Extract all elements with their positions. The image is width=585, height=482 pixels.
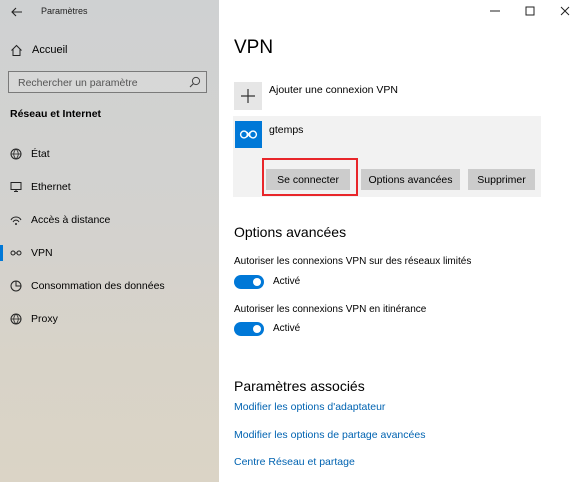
- window-controls: [475, 0, 585, 22]
- sidebar-item-proxy[interactable]: Proxy: [0, 307, 219, 331]
- sidebar-item-label: VPN: [31, 247, 53, 259]
- title-bar: Paramètres: [0, 0, 219, 24]
- sidebar-item-label: Consommation des données: [31, 280, 165, 292]
- sidebar-item-label: Ethernet: [31, 181, 71, 193]
- add-vpn-connection-button[interactable]: Ajouter une connexion VPN: [234, 82, 534, 110]
- home-label[interactable]: Accueil: [32, 44, 67, 56]
- sidebar-item-consommation[interactable]: Consommation des données: [0, 274, 219, 298]
- section-title: Réseau et Internet: [10, 108, 102, 120]
- sidebar-item-label: État: [31, 148, 50, 160]
- toggle-knob: [253, 278, 261, 286]
- roaming-label: Autoriser les connexions VPN en itinéran…: [234, 304, 427, 315]
- home-icon: [11, 44, 22, 56]
- toggle-knob: [253, 325, 261, 333]
- sidebar-item-vpn[interactable]: VPN: [0, 241, 219, 265]
- related-settings-heading: Paramètres associés: [234, 378, 365, 394]
- advanced-options-heading: Options avancées: [234, 224, 347, 240]
- ethernet-monitor-icon: [10, 182, 22, 192]
- search-placeholder: Rechercher un paramètre: [18, 77, 138, 89]
- data-usage-icon: [10, 280, 22, 292]
- page-title: VPN: [234, 37, 274, 58]
- main-content: VPN Ajouter une connexion VPN gtemps Se …: [219, 0, 585, 482]
- sharing-options-link[interactable]: Modifier les options de partage avancées: [234, 429, 425, 441]
- sidebar-item-acces-distance[interactable]: Accès à distance: [0, 208, 219, 232]
- roaming-toggle[interactable]: [234, 322, 264, 336]
- app-title: Paramètres: [41, 6, 88, 16]
- minimize-icon[interactable]: [489, 5, 501, 17]
- network-center-link[interactable]: Centre Réseau et partage: [234, 456, 355, 468]
- maximize-icon[interactable]: [524, 5, 536, 17]
- connect-button[interactable]: Se connecter: [266, 169, 350, 190]
- selected-indicator: [0, 245, 3, 261]
- back-arrow-icon[interactable]: [10, 5, 24, 19]
- sidebar: Paramètres Accueil Rechercher un paramèt…: [0, 0, 219, 482]
- metered-networks-toggle[interactable]: [234, 275, 264, 289]
- status-globe-icon: [10, 148, 22, 160]
- vpn-icon: [10, 250, 22, 256]
- dial-up-icon: [10, 216, 22, 225]
- proxy-globe-icon: [10, 313, 22, 325]
- vpn-connection-tile: [235, 121, 262, 148]
- vpn-connection-icon: [239, 130, 258, 139]
- search-icon[interactable]: [189, 76, 201, 88]
- plus-tile: [234, 82, 262, 110]
- metered-networks-label: Autoriser les connexions VPN sur des rés…: [234, 256, 472, 267]
- metered-networks-state: Activé: [273, 276, 301, 287]
- advanced-options-button[interactable]: Options avancées: [361, 169, 460, 190]
- plus-icon: [241, 89, 255, 103]
- close-icon[interactable]: [559, 5, 571, 17]
- sidebar-item-label: Proxy: [31, 313, 58, 325]
- search-input[interactable]: Rechercher un paramètre: [8, 71, 207, 93]
- sidebar-item-etat[interactable]: État: [0, 142, 219, 166]
- add-vpn-label: Ajouter une connexion VPN: [269, 84, 398, 96]
- vpn-connection-card[interactable]: gtemps Se connecter Options avancées Sup…: [233, 116, 541, 197]
- sidebar-item-label: Accès à distance: [31, 214, 111, 226]
- vpn-connection-name: gtemps: [269, 124, 304, 136]
- sidebar-item-ethernet[interactable]: Ethernet: [0, 175, 219, 199]
- roaming-state: Activé: [273, 323, 301, 334]
- adapter-options-link[interactable]: Modifier les options d'adaptateur: [234, 401, 385, 413]
- delete-button[interactable]: Supprimer: [468, 169, 535, 190]
